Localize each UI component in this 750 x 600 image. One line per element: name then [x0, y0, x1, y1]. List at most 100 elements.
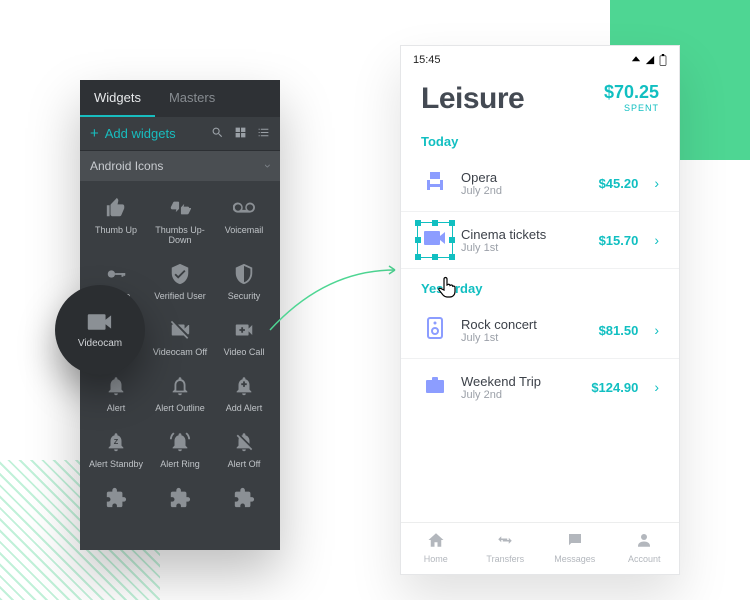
transfers-icon [496, 531, 514, 551]
icon-label: Add Alert [226, 403, 263, 413]
icon-label: Thumb Up [95, 225, 137, 235]
videocam-off-icon [167, 317, 193, 343]
video-call-icon [231, 317, 257, 343]
chevron-right-icon: › [654, 322, 659, 338]
plus-icon: + [90, 125, 99, 142]
nav-label: Messages [554, 554, 595, 564]
spent-label: SPENT [604, 103, 659, 113]
alert-ring-icon [167, 429, 193, 455]
chevron-right-icon: › [654, 232, 659, 248]
puzzle-icon-cell[interactable] [84, 477, 148, 523]
status-time: 15:45 [413, 54, 441, 66]
verified-user-icon [167, 261, 193, 287]
voicemail-icon-cell[interactable]: Voicemail [212, 187, 276, 253]
chevron-right-icon: › [654, 175, 659, 191]
alert-outline-icon-cell[interactable]: Alert Outline [148, 365, 212, 421]
add-row: + Add widgets [80, 117, 280, 151]
tab-widgets[interactable]: Widgets [80, 80, 155, 117]
nav-label: Home [424, 554, 448, 564]
icon-label: Security [228, 291, 261, 301]
tx-row[interactable]: Weekend TripJuly 2nd$124.90› [401, 359, 679, 415]
icon-label: Video Call [224, 347, 265, 357]
selection-handle[interactable] [449, 220, 455, 226]
icon-label: Thumbs Up-Down [150, 225, 210, 245]
chair-icon [421, 169, 449, 197]
tx-row[interactable]: Cinema ticketsJuly 1st $15.70 › [401, 212, 679, 269]
nav-account[interactable]: Account [610, 523, 680, 574]
selection-handle[interactable] [449, 237, 455, 243]
verified-user-icon-cell[interactable]: Verified User [148, 253, 212, 309]
tabs: Widgets Masters [80, 80, 280, 117]
tx-amount: $15.70 [599, 233, 639, 248]
bottom-nav: Home Transfers Messages Account [401, 522, 679, 574]
alert-outline-icon [167, 373, 193, 399]
speaker-icon [421, 316, 449, 344]
account-icon [635, 531, 653, 551]
add-alert-icon-cell[interactable]: Add Alert [212, 365, 276, 421]
alert-standby-icon: Z [103, 429, 129, 455]
videocam-off-icon-cell[interactable]: Videocam Off [148, 309, 212, 365]
selection-handle[interactable] [432, 254, 438, 260]
tx-date: July 2nd [461, 185, 587, 197]
nav-label: Transfers [486, 554, 524, 564]
section-header[interactable]: Android Icons › [80, 151, 280, 181]
nav-home[interactable]: Home [401, 523, 471, 574]
tx-name: Opera [461, 170, 587, 185]
tx-info: Rock concertJuly 1st [461, 317, 587, 344]
tool-icons [211, 126, 270, 142]
tx-info: Cinema ticketsJuly 1st [461, 227, 587, 254]
tx-amount: $81.50 [599, 323, 639, 338]
icon-label: Voicemail [225, 225, 264, 235]
search-icon[interactable] [211, 126, 224, 142]
thumb-up-icon [103, 195, 129, 221]
spent-summary: $70.25 SPENT [604, 82, 659, 113]
selection-handle[interactable] [415, 237, 421, 243]
videocam-icon [421, 226, 449, 254]
nav-transfers[interactable]: Transfers [471, 523, 541, 574]
add-alert-icon [231, 373, 257, 399]
grid-view-icon[interactable] [234, 126, 247, 142]
tx-row[interactable]: OperaJuly 2nd $45.20 › [401, 155, 679, 212]
briefcase-icon [421, 373, 449, 401]
selection-handle[interactable] [415, 220, 421, 226]
battery-icon [659, 54, 667, 66]
video-call-icon-cell[interactable]: Video Call [212, 309, 276, 365]
chevron-down-icon: › [261, 164, 275, 168]
nav-label: Account [628, 554, 661, 564]
group-label: Yesterday [401, 269, 679, 302]
puzzle-icon-cell[interactable] [212, 477, 276, 523]
wifi-icon [631, 55, 641, 65]
puzzle-icon-cell[interactable] [148, 477, 212, 523]
icon-label: Videocam Off [153, 347, 207, 357]
tx-info: OperaJuly 2nd [461, 170, 587, 197]
security-icon [231, 261, 257, 287]
alert-standby-icon-cell[interactable]: ZAlert Standby [84, 421, 148, 477]
add-widgets-button[interactable]: + Add widgets [90, 125, 176, 142]
status-bar: 15:45 [401, 46, 679, 74]
tx-amount: $124.90 [591, 380, 638, 395]
tx-name: Cinema tickets [461, 227, 587, 242]
voicemail-icon [231, 195, 257, 221]
selection-handle[interactable] [432, 220, 438, 226]
list-view-icon[interactable] [257, 126, 270, 142]
alert-off-icon [231, 429, 257, 455]
tab-masters[interactable]: Masters [155, 80, 229, 117]
videocam-icon [86, 312, 114, 332]
puzzle-icon [167, 485, 193, 511]
tx-row[interactable]: Rock concertJuly 1st $81.50 › [401, 302, 679, 359]
tx-info: Weekend TripJuly 2nd [461, 374, 579, 401]
tx-amount: $45.20 [599, 176, 639, 191]
selection-handle[interactable] [449, 254, 455, 260]
phone-header: Leisure $70.25 SPENT [401, 74, 679, 122]
alert-ring-icon-cell[interactable]: Alert Ring [148, 421, 212, 477]
tx-name: Rock concert [461, 317, 587, 332]
thumbs-up-down-icon-cell[interactable]: Thumbs Up-Down [148, 187, 212, 253]
security-icon-cell[interactable]: Security [212, 253, 276, 309]
selection-handle[interactable] [415, 254, 421, 260]
status-icons [631, 54, 667, 66]
add-widgets-label: Add widgets [105, 126, 176, 141]
alert-off-icon-cell[interactable]: Alert Off [212, 421, 276, 477]
icon-label: Alert Off [228, 459, 261, 469]
nav-messages[interactable]: Messages [540, 523, 610, 574]
thumb-up-icon-cell[interactable]: Thumb Up [84, 187, 148, 253]
